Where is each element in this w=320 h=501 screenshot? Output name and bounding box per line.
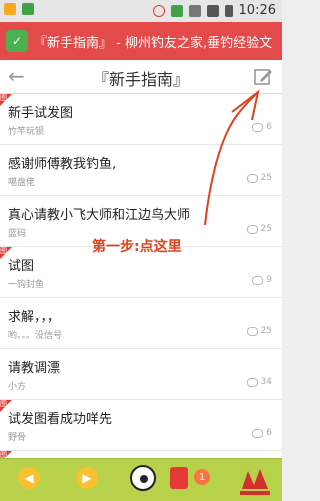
app-logo	[240, 469, 270, 495]
sheep-icon[interactable]	[130, 465, 156, 491]
annotation-text: 第一步:点这里	[92, 239, 182, 255]
next-page-button[interactable]: ▶	[76, 467, 98, 489]
page-badge: 1	[194, 469, 210, 485]
bottom-bar: ◀ ▶ 1	[0, 458, 282, 501]
prev-page-button[interactable]: ◀	[18, 467, 40, 489]
red-envelope-icon[interactable]	[170, 467, 188, 489]
